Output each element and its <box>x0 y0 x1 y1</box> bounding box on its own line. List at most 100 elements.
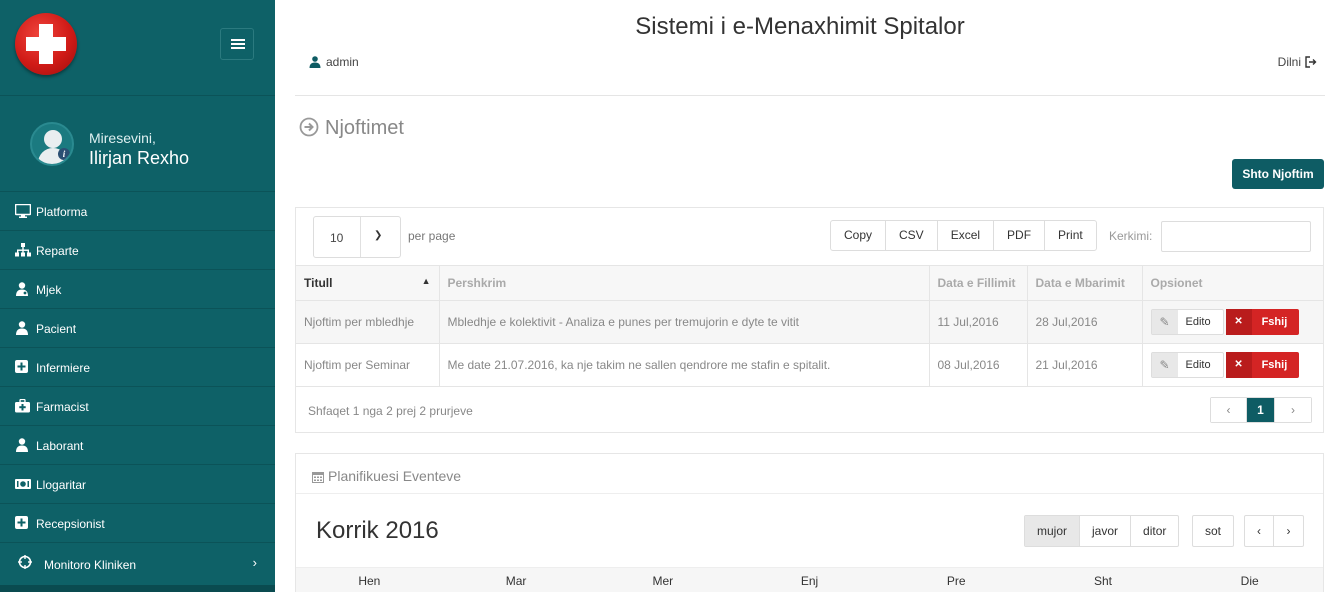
sidebar-item-llogaritar[interactable]: Llogaritar <box>0 465 275 504</box>
edit-button[interactable]: ✎ Edito <box>1150 309 1224 335</box>
excel-button[interactable]: Excel <box>938 221 995 250</box>
menu-toggle-button[interactable] <box>220 28 254 60</box>
sidebar-item-label: Infermiere <box>36 361 91 375</box>
pencil-icon: ✎ <box>1151 353 1178 377</box>
crosshair-icon <box>18 555 32 569</box>
table-row: Njoftim per mbledhje Mbledhje e kolektiv… <box>296 300 1323 344</box>
delete-button[interactable]: ✕ Fshij <box>1225 352 1300 378</box>
doctor-icon <box>16 282 28 296</box>
plus-square-icon <box>15 360 28 373</box>
cell-end-date: 21 Jul,2016 <box>1027 343 1143 387</box>
delete-button[interactable]: ✕ Fshij <box>1225 309 1300 335</box>
sidebar-item-mjek[interactable]: Mjek <box>0 270 275 309</box>
next-page-button[interactable]: › <box>1275 398 1311 422</box>
weekday-label: Mar <box>505 574 527 588</box>
cell-actions: ✎ Edito ✕ Fshij <box>1142 300 1323 344</box>
pdf-button[interactable]: PDF <box>994 221 1046 250</box>
cell-description: Me date 21.07.2016, ka nje takim ne sall… <box>439 343 930 387</box>
chevron-right-icon: › <box>252 555 257 570</box>
sidebar-item-label: Monitoro Kliniken <box>44 558 137 572</box>
weekday-label: Sht <box>1093 574 1112 588</box>
cell-start-date: 08 Jul,2016 <box>929 343 1028 387</box>
print-button[interactable]: Print <box>1045 221 1096 250</box>
cell-title: Njoftim per Seminar <box>296 343 440 387</box>
user-icon <box>309 56 321 68</box>
sidebar-item-monitoro-kliniken[interactable]: Monitoro Kliniken › <box>0 543 275 585</box>
column-header-data-fillimit[interactable]: Data e Fillimit <box>929 265 1028 301</box>
column-header-data-mbarimit[interactable]: Data e Mbarimit <box>1027 265 1143 301</box>
hospital-logo[interactable] <box>15 13 77 75</box>
column-header-pershkrim[interactable]: Pershkrim <box>439 265 930 301</box>
calendar-panel-header: Planifikuesi Eventeve <box>296 454 1323 494</box>
calendar-next-button[interactable]: › <box>1274 516 1303 546</box>
main-content: Sistemi i e-Menaxhimit Spitalor admin Di… <box>275 0 1325 592</box>
table-row: Njoftim per Seminar Me date 21.07.2016, … <box>296 343 1323 387</box>
cell-end-date: 28 Jul,2016 <box>1027 300 1143 344</box>
sidebar-item-platforma[interactable]: Platforma <box>0 192 275 231</box>
calendar-panel: Planifikuesi Eventeve Korrik 2016 mujor … <box>295 453 1324 592</box>
sidebar-brand <box>0 0 275 96</box>
welcome-text: Miresevini, <box>89 130 156 146</box>
calendar-weekday-header: Hen Mar Mer Enj Pre Sht Die <box>296 567 1323 592</box>
page-1-button[interactable]: 1 <box>1247 398 1275 422</box>
sidebar-item-label: Mjek <box>36 283 62 297</box>
sidebar-item-label: Farmacist <box>36 400 89 414</box>
calendar-panel-title: Planifikuesi Eventeve <box>312 468 461 484</box>
weekday-label: Mer <box>652 574 674 588</box>
sidebar: i Miresevini, Ilirjan Rexho Platforma Re… <box>0 0 275 592</box>
sidebar-item-recepsionist[interactable]: Recepsionist <box>0 504 275 543</box>
sign-out-icon <box>1305 56 1317 68</box>
per-page-select[interactable]: 10 ❯ <box>313 216 401 258</box>
table-summary: Shfaqet 1 nga 2 prej 2 prurjeve <box>308 404 473 418</box>
logout-link[interactable]: Dilni <box>1278 55 1317 69</box>
sidebar-footer-strip <box>0 585 275 592</box>
sidebar-item-pacient[interactable]: Pacient <box>0 309 275 348</box>
view-week-button[interactable]: javor <box>1080 516 1132 546</box>
export-buttons: Copy CSV Excel PDF Print <box>830 220 1097 251</box>
sidebar-item-label: Platforma <box>36 205 88 219</box>
sidebar-item-laborant[interactable]: Laborant <box>0 426 275 465</box>
cell-actions: ✎ Edito ✕ Fshij <box>1142 343 1323 387</box>
today-button[interactable]: sot <box>1192 515 1234 547</box>
username: Ilirjan Rexho <box>89 148 190 168</box>
notices-panel: 10 ❯ per page Copy CSV Excel PDF Print K… <box>295 207 1324 433</box>
per-page-label: per page <box>408 229 456 243</box>
copy-button[interactable]: Copy <box>831 221 887 250</box>
prev-page-button[interactable]: ‹ <box>1211 398 1247 422</box>
user-panel: i Miresevini, Ilirjan Rexho <box>0 96 275 192</box>
weekday-label: Pre <box>946 574 966 588</box>
view-day-button[interactable]: ditor <box>1131 516 1178 546</box>
weekday-label: Enj <box>800 574 819 588</box>
edit-button[interactable]: ✎ Edito <box>1150 352 1224 378</box>
sidebar-item-infermiere[interactable]: Infermiere <box>0 348 275 387</box>
calendar-prev-button[interactable]: ‹ <box>1245 516 1274 546</box>
calendar-month-title: Korrik 2016 <box>316 517 439 544</box>
cell-start-date: 11 Jul,2016 <box>929 300 1028 344</box>
page-heading: Njoftimet <box>299 117 404 140</box>
weekday-label: Hen <box>358 574 381 588</box>
sidebar-item-farmacist[interactable]: Farmacist <box>0 387 275 426</box>
weekday-label: Die <box>1240 574 1259 588</box>
add-notice-button[interactable]: Shto Njoftim <box>1232 159 1324 189</box>
csv-button[interactable]: CSV <box>886 221 938 250</box>
column-header-titull[interactable]: Titull ▲ <box>296 265 440 301</box>
close-icon: ✕ <box>1225 352 1252 378</box>
user-icon <box>16 438 28 452</box>
logout-label: Dilni <box>1277 55 1301 69</box>
current-user-name: admin <box>326 55 359 69</box>
sidebar-item-label: Reparte <box>36 244 79 258</box>
current-user-link[interactable]: admin <box>309 55 359 69</box>
cell-title: Njoftim per mbledhje <box>296 300 440 344</box>
sidebar-item-reparte[interactable]: Reparte <box>0 231 275 270</box>
sidebar-item-label: Laborant <box>36 439 84 453</box>
sitemap-icon <box>15 243 31 257</box>
search-label: Kerkimi: <box>1109 229 1153 243</box>
app-title: Sistemi i e-Menaxhimit Spitalor <box>635 13 965 40</box>
view-month-button[interactable]: mujor <box>1025 516 1081 546</box>
avatar: i <box>30 122 74 166</box>
chevron-down-icon: ❯ <box>374 230 383 241</box>
calendar-icon <box>312 472 324 483</box>
search-input[interactable] <box>1161 221 1311 252</box>
pencil-icon: ✎ <box>1151 310 1178 334</box>
per-page-value: 10 <box>330 231 344 245</box>
